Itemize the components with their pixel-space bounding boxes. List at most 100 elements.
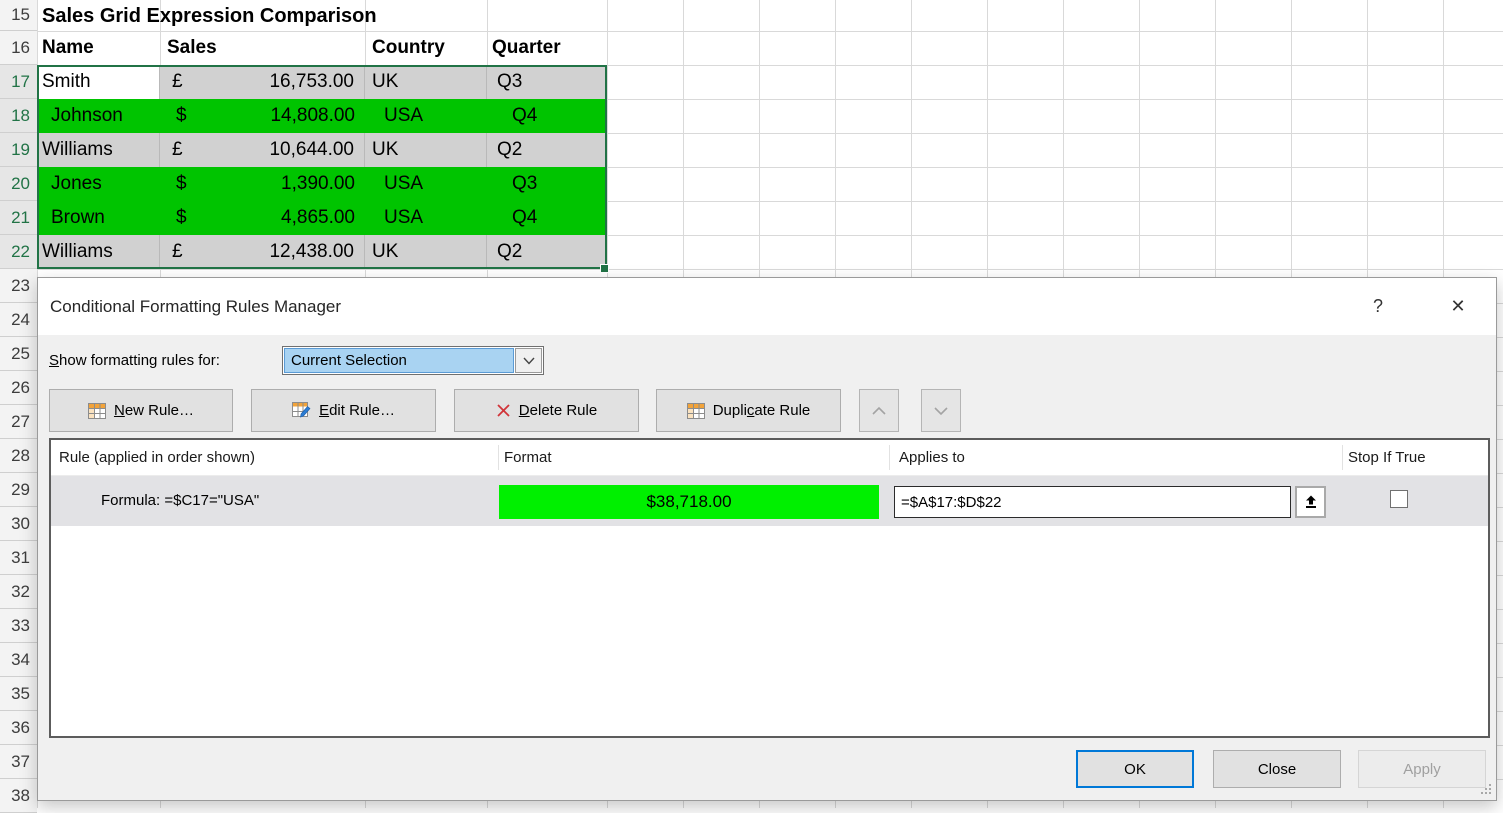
- collapse-range-picker-button[interactable]: [1295, 486, 1326, 518]
- cell-sales[interactable]: $14,808.00: [160, 99, 365, 133]
- edit-rule-button[interactable]: Edit Rule…: [251, 389, 436, 432]
- move-rule-down-button[interactable]: [921, 389, 961, 432]
- row-number[interactable]: 15: [0, 0, 37, 31]
- row-number[interactable]: 29: [0, 473, 37, 507]
- row-number[interactable]: 31: [0, 541, 37, 575]
- apply-button[interactable]: Apply: [1358, 750, 1486, 788]
- cell-quarter[interactable]: Q3: [487, 65, 607, 99]
- chevron-down-icon: [933, 406, 949, 416]
- row-number[interactable]: 24: [0, 303, 37, 337]
- cell-quarter[interactable]: Q2: [487, 235, 607, 269]
- amount: 14,808.00: [270, 105, 355, 127]
- row-number[interactable]: 28: [0, 439, 37, 473]
- cell-name[interactable]: Jones: [37, 167, 160, 201]
- stop-if-true-checkbox[interactable]: [1390, 490, 1408, 508]
- label-accel: S: [49, 352, 59, 369]
- cell-sales[interactable]: £12,438.00: [160, 235, 365, 269]
- cell-country[interactable]: USA: [365, 99, 487, 133]
- row-number[interactable]: 25: [0, 337, 37, 371]
- column-header-sales[interactable]: Sales: [167, 31, 217, 65]
- row-number[interactable]: 33: [0, 609, 37, 643]
- cell-sales[interactable]: £16,753.00: [160, 65, 365, 99]
- currency-symbol: $: [176, 105, 187, 127]
- red-x-icon: [496, 403, 511, 418]
- fill-handle[interactable]: [600, 264, 609, 273]
- table-row[interactable]: Williams £12,438.00 UK Q2: [37, 235, 607, 269]
- row-number[interactable]: 18: [0, 99, 37, 133]
- cell-quarter[interactable]: Q3: [487, 167, 607, 201]
- cell-sales[interactable]: $4,865.00: [160, 201, 365, 235]
- cell-name[interactable]: Brown: [37, 201, 160, 235]
- amount: 10,644.00: [269, 139, 354, 161]
- resize-grip[interactable]: [1478, 782, 1492, 796]
- row-number[interactable]: 27: [0, 405, 37, 439]
- close-icon[interactable]: ✕: [1444, 278, 1472, 335]
- cell-country[interactable]: USA: [365, 201, 487, 235]
- edit-pencil-icon: [292, 402, 311, 419]
- table-row[interactable]: Jones $1,390.00 USA Q3: [37, 167, 607, 201]
- table-row[interactable]: Johnson $14,808.00 USA Q4: [37, 99, 607, 133]
- row-number[interactable]: 26: [0, 371, 37, 405]
- table-row[interactable]: Williams £10,644.00 UK Q2: [37, 133, 607, 167]
- dropdown-arrow-button[interactable]: [515, 348, 542, 373]
- row-number[interactable]: 37: [0, 745, 37, 779]
- label-text: how formatting rules for:: [59, 352, 220, 369]
- table-grid-icon: [687, 403, 705, 419]
- currency-symbol: £: [172, 71, 183, 93]
- list-header-format: Format: [504, 440, 552, 475]
- ok-button[interactable]: OK: [1076, 750, 1194, 788]
- cell-name[interactable]: Williams: [37, 133, 160, 167]
- column-header-name[interactable]: Name: [42, 31, 94, 65]
- cell-sales[interactable]: £10,644.00: [160, 133, 365, 167]
- sheet-title-cell[interactable]: Sales Grid Expression Comparison: [42, 2, 377, 31]
- cell-quarter[interactable]: Q2: [487, 133, 607, 167]
- row-number[interactable]: 20: [0, 167, 37, 201]
- cell-country[interactable]: UK: [365, 235, 487, 269]
- applies-to-input[interactable]: [894, 486, 1291, 518]
- row-number[interactable]: 17: [0, 65, 37, 99]
- list-header-applies-to: Applies to: [899, 440, 965, 475]
- row-number[interactable]: 19: [0, 133, 37, 167]
- row-number[interactable]: 32: [0, 575, 37, 609]
- cell-country[interactable]: UK: [365, 133, 487, 167]
- table-row[interactable]: Smith £16,753.00 UK Q3: [37, 65, 607, 99]
- cell-name[interactable]: Johnson: [37, 99, 160, 133]
- close-button[interactable]: Close: [1213, 750, 1341, 788]
- cell-sales[interactable]: $1,390.00: [160, 167, 365, 201]
- cell-country[interactable]: USA: [365, 167, 487, 201]
- conditional-formatting-rules-manager-dialog: Conditional Formatting Rules Manager ? ✕…: [37, 277, 1497, 801]
- move-rule-up-button[interactable]: [859, 389, 899, 432]
- cell-name[interactable]: Smith: [37, 65, 160, 99]
- show-rules-dropdown[interactable]: Current Selection: [282, 346, 544, 375]
- row-number[interactable]: 23: [0, 269, 37, 303]
- row-number[interactable]: 16: [0, 31, 37, 65]
- row-number[interactable]: 35: [0, 677, 37, 711]
- amount: 1,390.00: [281, 173, 355, 195]
- cell-name[interactable]: Williams: [37, 235, 160, 269]
- row-number[interactable]: 22: [0, 235, 37, 269]
- list-header-stop-if-true: Stop If True: [1348, 440, 1426, 475]
- duplicate-rule-button[interactable]: Duplicate Rule: [656, 389, 841, 432]
- amount: 12,438.00: [269, 241, 354, 263]
- rule-row-selected[interactable]: Formula: =$C17="USA" $38,718.00: [51, 476, 1488, 526]
- amount: 16,753.00: [269, 71, 354, 93]
- dialog-titlebar[interactable]: Conditional Formatting Rules Manager ? ✕: [38, 278, 1496, 335]
- row-number[interactable]: 30: [0, 507, 37, 541]
- new-rule-button[interactable]: New Rule…: [49, 389, 233, 432]
- column-header-country[interactable]: Country: [372, 31, 445, 65]
- row-number[interactable]: 21: [0, 201, 37, 235]
- row-number[interactable]: 36: [0, 711, 37, 745]
- cell-country[interactable]: UK: [365, 65, 487, 99]
- column-header-quarter[interactable]: Quarter: [492, 31, 561, 65]
- table-row[interactable]: Brown $4,865.00 USA Q4: [37, 201, 607, 235]
- table-grid-icon: [88, 403, 106, 419]
- row-number[interactable]: 34: [0, 643, 37, 677]
- cell-quarter[interactable]: Q4: [487, 99, 607, 133]
- gridline: [37, 269, 1503, 270]
- cell-quarter[interactable]: Q4: [487, 201, 607, 235]
- header-separator: [1342, 445, 1343, 470]
- help-icon[interactable]: ?: [1366, 278, 1390, 335]
- delete-rule-button[interactable]: Delete Rule: [454, 389, 639, 432]
- button-label: Duplicate Rule: [713, 402, 811, 419]
- currency-symbol: $: [176, 207, 187, 229]
